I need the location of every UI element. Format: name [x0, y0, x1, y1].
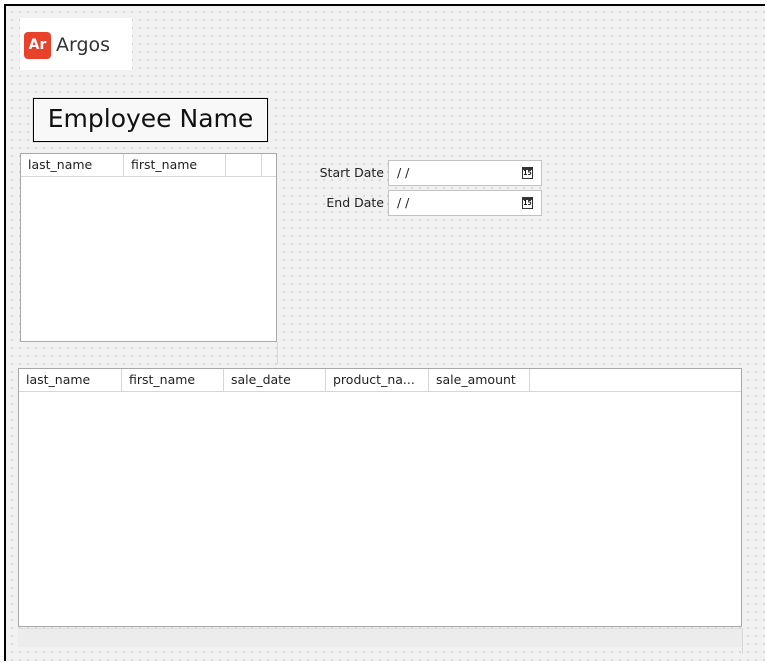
calendar-icon[interactable]: 15 — [522, 167, 533, 179]
sales-grid-header: last_name first_name sale_date product_n… — [19, 369, 741, 392]
splitter[interactable] — [742, 628, 743, 654]
employee-grid-header: last_name first_name — [21, 154, 276, 177]
column-header-last-name[interactable]: last_name — [21, 154, 124, 176]
end-date-label: End Date — [326, 195, 384, 210]
logo-text: Argos — [56, 34, 111, 56]
horizontal-scrollbar[interactable] — [18, 628, 742, 647]
column-header-sale-amount[interactable]: sale_amount — [429, 369, 530, 391]
column-header-blank[interactable] — [226, 154, 262, 176]
splitter[interactable] — [277, 342, 278, 364]
sales-grid[interactable]: last_name first_name sale_date product_n… — [18, 368, 742, 627]
argos-logo-icon: Ar — [24, 32, 51, 59]
report-canvas: Ar Argos Employee Name last_name first_n… — [4, 4, 765, 661]
argos-logo: Ar Argos — [20, 18, 132, 70]
employee-grid[interactable]: last_name first_name — [20, 153, 277, 342]
start-date-value: / / — [397, 165, 410, 180]
column-header-first-name[interactable]: first_name — [124, 154, 226, 176]
calendar-icon[interactable]: 15 — [522, 197, 533, 209]
column-header-sale-date[interactable]: sale_date — [224, 369, 326, 391]
column-header-product-name[interactable]: product_na... — [326, 369, 429, 391]
column-header-blank[interactable] — [530, 369, 741, 391]
column-header-last-name[interactable]: last_name — [19, 369, 122, 391]
end-date-value: / / — [397, 195, 410, 210]
end-date-input[interactable]: / / 15 — [388, 190, 542, 216]
start-date-label: Start Date — [319, 165, 384, 180]
start-date-input[interactable]: / / 15 — [388, 160, 542, 186]
end-date-row: End Date / / 15 — [302, 190, 542, 216]
page-title: Employee Name — [31, 96, 270, 144]
column-header-first-name[interactable]: first_name — [122, 369, 224, 391]
start-date-row: Start Date / / 15 — [302, 160, 542, 186]
